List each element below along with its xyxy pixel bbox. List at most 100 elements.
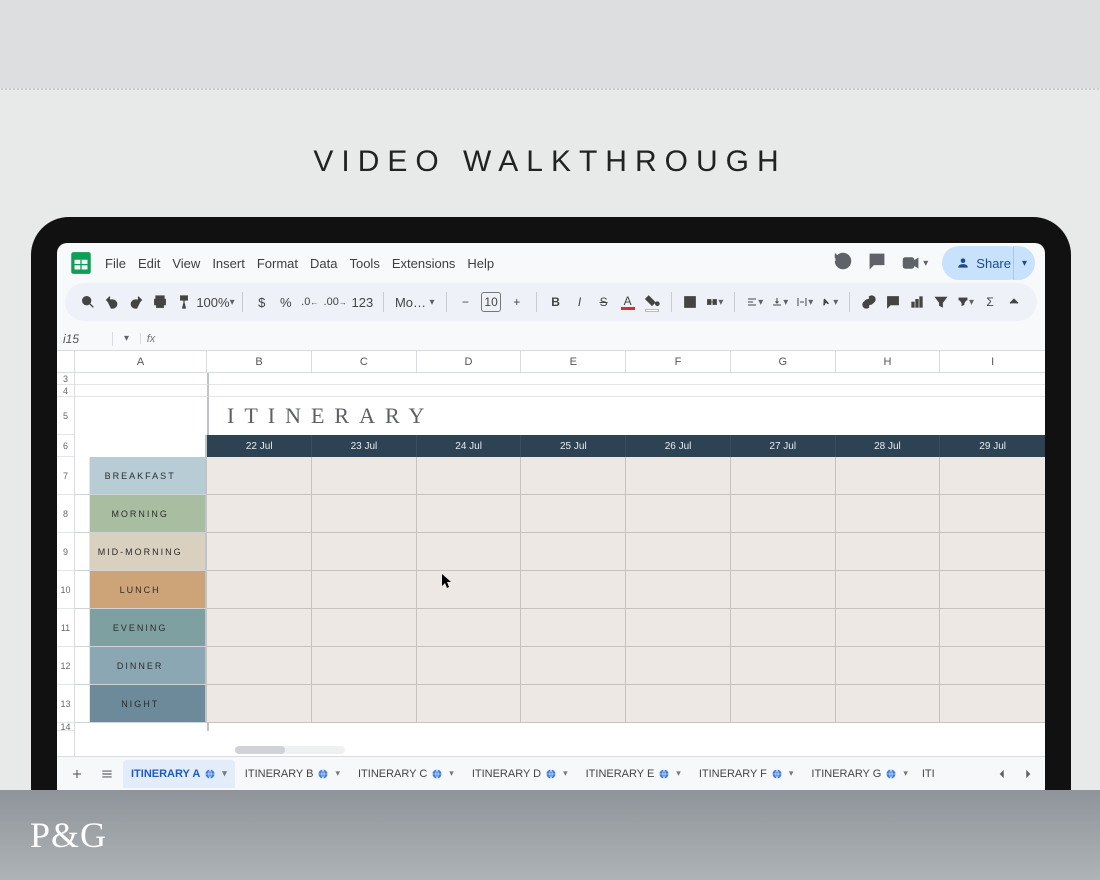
grid-cell[interactable] [417, 647, 522, 685]
grid-cell[interactable] [521, 609, 626, 647]
grid-cell[interactable] [731, 533, 836, 571]
font-size-plus[interactable]: + [506, 289, 528, 315]
grid-cell[interactable] [312, 647, 417, 685]
menu-insert[interactable]: Insert [212, 256, 245, 271]
grid-cell[interactable] [731, 457, 836, 495]
font-select[interactable]: Monts… ▾ [392, 289, 438, 315]
link-icon[interactable] [858, 289, 880, 315]
grid-cell[interactable] [731, 571, 836, 609]
grid-cell[interactable] [417, 533, 522, 571]
grid-cell[interactable] [626, 533, 731, 571]
grid-cell[interactable] [312, 685, 417, 723]
col-header-I[interactable]: I [940, 351, 1045, 372]
decrease-decimals-button[interactable]: .0← [299, 289, 321, 315]
grid-cell[interactable] [836, 495, 941, 533]
grid-cell[interactable] [940, 647, 1045, 685]
grid-cell[interactable] [521, 571, 626, 609]
sheet-tab[interactable]: ITINERARY D ▾ [464, 760, 576, 788]
col-header-G[interactable]: G [731, 351, 836, 372]
share-dropdown[interactable]: ▾ [1013, 246, 1035, 280]
grid-cell[interactable] [731, 495, 836, 533]
functions-button[interactable]: Σ [979, 289, 1001, 315]
grid-cell[interactable] [521, 647, 626, 685]
currency-button[interactable]: $ [251, 289, 273, 315]
grid-cell[interactable] [731, 647, 836, 685]
grid-cell[interactable] [417, 609, 522, 647]
menu-file[interactable]: File [105, 256, 126, 271]
insert-comment-icon[interactable] [882, 289, 904, 315]
tab-overflow[interactable]: ITI [918, 768, 939, 780]
add-sheet-button[interactable] [63, 761, 91, 787]
percent-button[interactable]: % [275, 289, 297, 315]
number-format-button[interactable]: 123 [350, 289, 376, 315]
sheet-canvas[interactable]: ITINERARY 22 Jul 23 Jul 24 Jul 25 Jul 26… [75, 373, 1045, 756]
h-align-button[interactable]: ▾ [743, 289, 766, 315]
grid-cell[interactable] [626, 685, 731, 723]
grid-cell[interactable] [417, 457, 522, 495]
grid-cell[interactable] [731, 685, 836, 723]
insert-chart-icon[interactable] [906, 289, 928, 315]
strike-button[interactable]: S [593, 289, 615, 315]
col-header-C[interactable]: C [312, 351, 417, 372]
grid-cell[interactable] [521, 495, 626, 533]
grid-cell[interactable] [417, 571, 522, 609]
grid-cell[interactable] [940, 685, 1045, 723]
menu-data[interactable]: Data [310, 256, 337, 271]
grid-cell[interactable] [312, 609, 417, 647]
all-sheets-button[interactable] [93, 761, 121, 787]
sheet-tab[interactable]: ITINERARY C ▾ [350, 760, 462, 788]
grid-cell[interactable] [417, 685, 522, 723]
col-header-H[interactable]: H [836, 351, 941, 372]
grid-cell[interactable] [940, 495, 1045, 533]
zoom-select[interactable]: 100% ▾ [197, 289, 234, 315]
history-icon[interactable] [833, 251, 853, 276]
menu-tools[interactable]: Tools [349, 256, 379, 271]
grid-cell[interactable] [626, 495, 731, 533]
h-scrollbar-thumb[interactable] [235, 746, 285, 754]
grid-cell[interactable] [940, 571, 1045, 609]
print-icon[interactable] [149, 289, 171, 315]
column-headers[interactable]: A B C D E F G H I [57, 351, 1045, 373]
filter-icon[interactable] [930, 289, 952, 315]
search-menu-icon[interactable] [77, 289, 99, 315]
grid-cell[interactable] [836, 609, 941, 647]
increase-decimals-button[interactable]: .00→ [323, 289, 348, 315]
grid-cell[interactable] [417, 495, 522, 533]
fill-color-button[interactable] [641, 289, 663, 315]
grid-cell[interactable] [207, 495, 312, 533]
menu-help[interactable]: Help [467, 256, 494, 271]
grid-cell[interactable] [940, 609, 1045, 647]
menu-edit[interactable]: Edit [138, 256, 160, 271]
wrap-button[interactable]: ▾ [793, 289, 816, 315]
col-header-B[interactable]: B [207, 351, 312, 372]
grid-cell[interactable] [207, 609, 312, 647]
grid-cell[interactable] [836, 571, 941, 609]
grid-cell[interactable] [207, 571, 312, 609]
v-align-button[interactable]: ▾ [768, 289, 791, 315]
grid-cell[interactable] [312, 571, 417, 609]
slot-label[interactable]: DINNER [75, 647, 207, 685]
grid-cell[interactable] [836, 647, 941, 685]
font-size-input[interactable]: 10 [478, 289, 503, 315]
meet-icon[interactable]: ▾ [901, 253, 928, 273]
grid-cell[interactable] [626, 609, 731, 647]
grid-cell[interactable] [940, 457, 1045, 495]
grid-cell[interactable] [521, 533, 626, 571]
col-header-D[interactable]: D [417, 351, 522, 372]
grid-cell[interactable] [626, 457, 731, 495]
sheet-tab[interactable]: ITINERARY F ▾ [691, 760, 802, 788]
grid-cell[interactable] [626, 571, 731, 609]
sheet-tab[interactable]: ITINERARY G ▾ [803, 760, 915, 788]
tabs-scroll-right[interactable] [1017, 761, 1039, 787]
rotate-button[interactable]: A▾ [818, 289, 841, 315]
redo-icon[interactable] [125, 289, 147, 315]
col-header-A[interactable]: A [75, 351, 207, 372]
h-scrollbar[interactable] [235, 746, 345, 754]
slot-label[interactable]: NIGHT [75, 685, 207, 723]
sheet-tab-active[interactable]: ITINERARY A ▾ [123, 760, 235, 788]
grid-cell[interactable] [836, 457, 941, 495]
sheet-tab[interactable]: ITINERARY B ▾ [237, 760, 348, 788]
sheets-logo-icon[interactable] [65, 247, 97, 279]
grid-cell[interactable] [940, 533, 1045, 571]
grid-cell[interactable] [207, 457, 312, 495]
